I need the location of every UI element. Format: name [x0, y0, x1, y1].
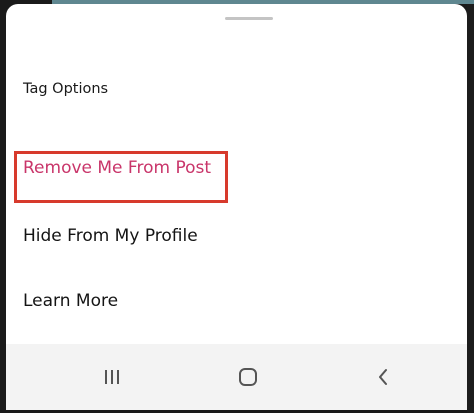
- home-icon: [239, 368, 257, 386]
- remove-me-from-post-option[interactable]: Remove Me From Post: [23, 158, 211, 178]
- sheet-title: Tag Options: [23, 81, 109, 97]
- background-edge: [467, 4, 474, 413]
- home-button[interactable]: [208, 344, 288, 410]
- hide-from-my-profile-option[interactable]: Hide From My Profile: [23, 226, 198, 246]
- recent-apps-button[interactable]: [72, 344, 152, 410]
- back-button[interactable]: [344, 344, 424, 410]
- recent-apps-icon: [105, 370, 119, 384]
- tag-options-sheet: Tag Options Remove Me From Post Hide Fro…: [6, 4, 467, 344]
- back-icon: [379, 369, 387, 385]
- screen-frame: Tag Options Remove Me From Post Hide Fro…: [0, 0, 474, 413]
- sheet-drag-handle[interactable]: [225, 17, 273, 20]
- learn-more-option[interactable]: Learn More: [23, 291, 118, 311]
- system-navigation-bar: [6, 344, 467, 410]
